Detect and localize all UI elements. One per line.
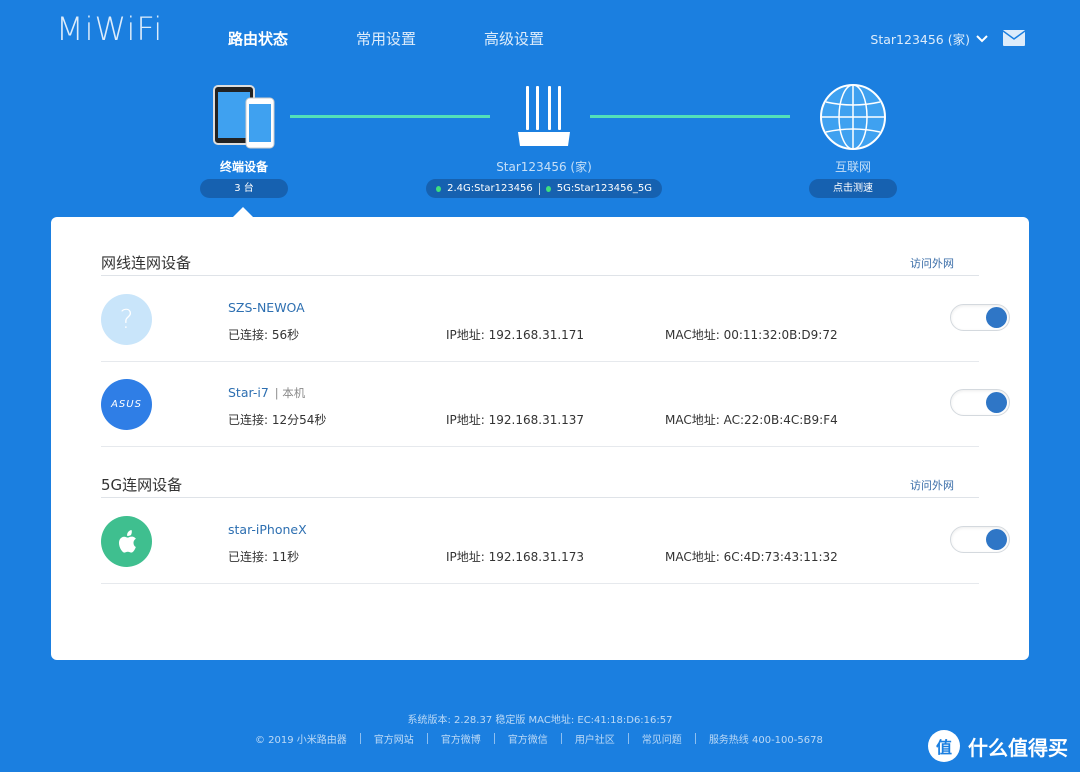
globe-icon bbox=[820, 84, 886, 150]
section-title: 5G连网设备 bbox=[101, 476, 183, 494]
footer-link-community[interactable]: 用户社区 bbox=[575, 731, 615, 746]
this-device-tag: | 本机 bbox=[274, 386, 306, 400]
devices-count-badge: 3 台 bbox=[200, 179, 288, 198]
footer-link-weibo[interactable]: 官方微博 bbox=[441, 731, 481, 746]
footer-link-faq[interactable]: 常见问题 bbox=[642, 731, 682, 746]
speed-test-button[interactable]: 点击测速 bbox=[809, 179, 897, 198]
router-icon bbox=[518, 86, 570, 146]
device-name[interactable]: Star-i7 | 本机 bbox=[228, 385, 305, 401]
toggle-knob bbox=[986, 307, 1007, 328]
asus-logo-icon: ASUS bbox=[101, 379, 152, 430]
wifi-24g-label: 2.4G:Star123456 bbox=[447, 183, 533, 194]
internet-access-header: 访问外网 bbox=[910, 257, 954, 270]
device-row: star-iPhoneX 已连接: 11秒 IP地址: 192.168.31.1… bbox=[101, 499, 1010, 584]
mac-address: MAC地址: 6C:4D:73:43:11:32 bbox=[665, 550, 838, 564]
watermark-badge-icon: 值 bbox=[928, 730, 960, 762]
device-name[interactable]: star-iPhoneX bbox=[228, 522, 307, 537]
ip-address: IP地址: 192.168.31.171 bbox=[446, 328, 585, 342]
status-dot-icon bbox=[436, 185, 442, 192]
nav-router-status[interactable]: 路由状态 bbox=[228, 28, 288, 49]
router-node[interactable]: Star123456 (家) 2.4G:Star123456 5G:Star12… bbox=[426, 84, 662, 198]
internet-access-header: 访问外网 bbox=[910, 479, 954, 492]
watermark-text: 什么值得买 bbox=[968, 735, 1068, 760]
watermark: 值 什么值得买 bbox=[928, 730, 1068, 762]
section-header-5g: 5G连网设备 访问外网 bbox=[101, 474, 979, 498]
footer-links: © 2019 小米路由器 官方网站 官方微博 官方微信 用户社区 常见问题 服务… bbox=[255, 731, 823, 746]
question-icon: ? bbox=[101, 294, 152, 345]
wifi-status-badge: 2.4G:Star123456 5G:Star123456_5G bbox=[426, 179, 662, 198]
connected-time: 已连接: 12分54秒 bbox=[228, 413, 327, 427]
device-row: ASUS Star-i7 | 本机 已连接: 12分54秒 IP地址: 192.1… bbox=[101, 362, 1010, 447]
connected-time: 已连接: 56秒 bbox=[228, 328, 300, 342]
toggle-knob bbox=[986, 392, 1007, 413]
chevron-down-icon bbox=[976, 34, 988, 42]
internet-access-toggle[interactable] bbox=[950, 526, 1010, 553]
miwifi-logo[interactable]: MiWiFi bbox=[56, 10, 163, 48]
mac-address: MAC地址: 00:11:32:0B:D9:72 bbox=[665, 328, 838, 342]
footer-link-wechat[interactable]: 官方微信 bbox=[508, 731, 548, 746]
ip-address: IP地址: 192.168.31.137 bbox=[446, 413, 585, 427]
toggle-knob bbox=[986, 529, 1007, 550]
device-name[interactable]: SZS-NEWOA bbox=[228, 300, 305, 315]
ip-address: IP地址: 192.168.31.173 bbox=[446, 550, 585, 564]
internet-access-toggle[interactable] bbox=[950, 389, 1010, 416]
wifi-5g-label: 5G:Star123456_5G bbox=[556, 183, 652, 194]
system-version: 系统版本: 2.28.37 稳定版 MAC地址: EC:41:18:D6:16:… bbox=[407, 715, 673, 726]
footer-link-official-site[interactable]: 官方网站 bbox=[374, 731, 414, 746]
devices-node[interactable]: 终端设备 3 台 bbox=[200, 84, 288, 198]
internet-node[interactable]: 互联网 点击测速 bbox=[809, 84, 897, 198]
status-dot-icon bbox=[545, 185, 551, 192]
apple-icon bbox=[101, 516, 152, 567]
nav-common-settings[interactable]: 常用设置 bbox=[356, 28, 416, 49]
panel-pointer bbox=[233, 207, 253, 217]
section-header-wired: 网线连网设备 访问外网 bbox=[101, 252, 979, 276]
connected-time: 已连接: 11秒 bbox=[228, 550, 300, 564]
divider bbox=[538, 182, 540, 195]
devices-label: 终端设备 bbox=[219, 160, 268, 174]
mac-address: MAC地址: AC:22:0B:4C:B9:F4 bbox=[665, 413, 838, 427]
service-hotline: 服务热线 400-100-5678 bbox=[708, 735, 823, 746]
section-title: 网线连网设备 bbox=[101, 254, 192, 272]
internet-access-toggle[interactable] bbox=[950, 304, 1010, 331]
device-list-panel: 网线连网设备 访问外网 ? SZS-NEWOA 已连接: 56秒 IP地址: 1… bbox=[51, 217, 1029, 660]
mail-icon[interactable] bbox=[1003, 30, 1025, 46]
user-menu[interactable]: Star123456 (家) bbox=[870, 29, 988, 48]
device-row: ? SZS-NEWOA 已连接: 56秒 IP地址: 192.168.31.17… bbox=[101, 277, 1010, 362]
devices-icon bbox=[213, 85, 275, 149]
nav-advanced-settings[interactable]: 高级设置 bbox=[484, 28, 544, 49]
copyright: © 2019 小米路由器 bbox=[255, 735, 347, 746]
user-name: Star123456 (家) bbox=[870, 32, 970, 47]
internet-label: 互联网 bbox=[834, 160, 871, 174]
router-name: Star123456 (家) bbox=[496, 160, 592, 174]
